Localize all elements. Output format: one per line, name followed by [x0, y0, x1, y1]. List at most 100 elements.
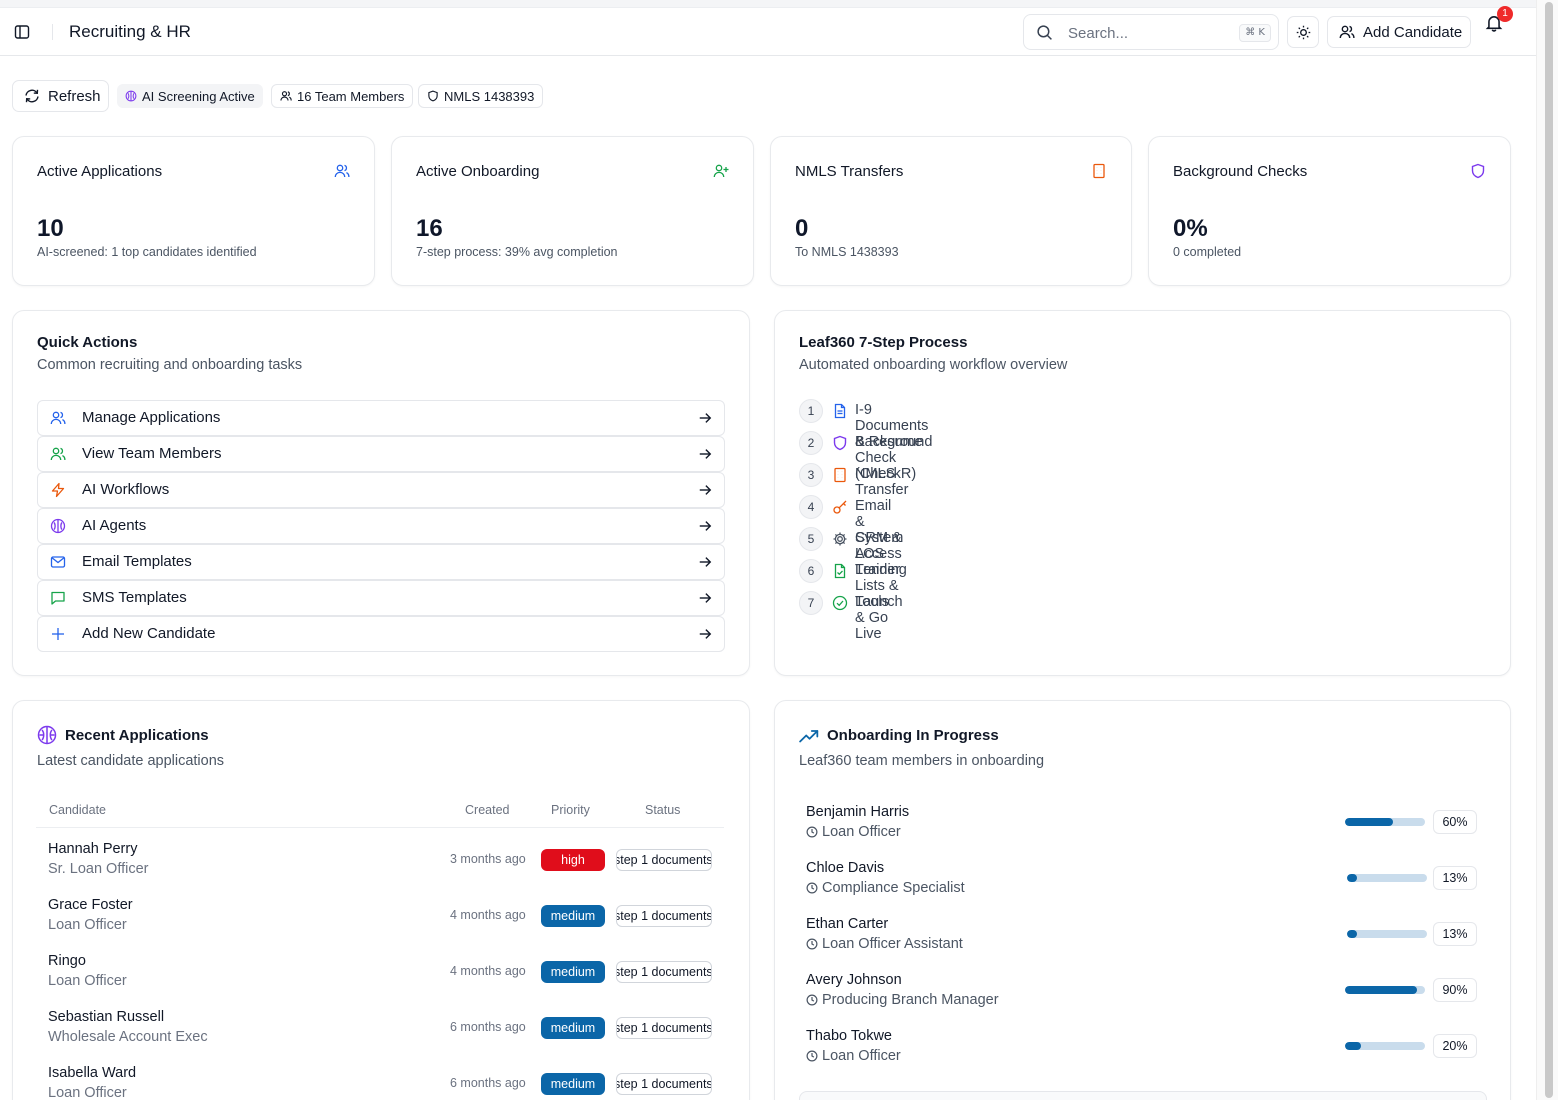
check-circle-icon: [832, 595, 848, 611]
quick-action-ai-agents[interactable]: AI Agents: [37, 508, 725, 544]
sidebar-toggle-icon[interactable]: [12, 22, 32, 42]
member-role: Loan Officer Assistant: [806, 936, 963, 952]
process-title: Leaf360 7-Step Process: [799, 334, 968, 351]
status-badge: step 1 documents: [616, 1073, 712, 1095]
building-icon: [834, 467, 846, 483]
sun-icon: [1296, 25, 1310, 39]
stat-card-background-checks[interactable]: Background Checks 0% 0 completed: [1148, 136, 1511, 286]
stat-value: 10: [37, 215, 64, 242]
candidate-name: Grace Foster: [48, 897, 133, 913]
table-row[interactable]: Grace Foster Loan Officer 4 months ago m…: [36, 884, 724, 940]
member-role-text: Compliance Specialist: [822, 880, 965, 896]
refresh-button[interactable]: Refresh: [12, 80, 109, 112]
quick-action-sms-templates[interactable]: SMS Templates: [37, 580, 725, 616]
users-icon: [280, 91, 292, 101]
table-row[interactable]: Sebastian Russell Wholesale Account Exec…: [36, 996, 724, 1052]
team-members-badge: 16 Team Members: [271, 84, 414, 108]
table-row[interactable]: Isabella Ward Loan Officer 6 months ago …: [36, 1052, 724, 1100]
candidate-name: Sebastian Russell: [48, 1009, 165, 1025]
stat-card-active-onboarding[interactable]: Active Onboarding 16 7-step process: 39%…: [391, 136, 754, 286]
quick-action-label: AI Workflows: [82, 481, 170, 498]
member-name: Ethan Carter: [806, 916, 889, 932]
progress-fill: [1345, 986, 1417, 994]
member-role-text: Loan Officer: [822, 824, 901, 840]
progress-percent: 13%: [1433, 866, 1477, 890]
step-number: 6: [799, 559, 823, 583]
created-date: 6 months ago: [450, 1076, 526, 1090]
quick-actions-title: Quick Actions: [37, 334, 138, 351]
quick-action-add-new-candidate[interactable]: Add New Candidate: [37, 616, 725, 652]
scrollbar-thumb[interactable]: [1545, 2, 1553, 1098]
document-icon: [834, 403, 846, 419]
mail-icon: [50, 556, 66, 568]
progress-percent: 90%: [1433, 978, 1477, 1002]
theme-toggle-button[interactable]: [1287, 16, 1319, 48]
onboarding-row[interactable]: Avery Johnson Producing Branch Manager 9…: [798, 972, 1486, 1020]
progress-bar: [1345, 986, 1425, 994]
priority-badge: medium: [541, 905, 605, 927]
arrow-right-icon: [699, 593, 712, 603]
stat-card-active-applications[interactable]: Active Applications 10 AI-screened: 1 to…: [12, 136, 375, 286]
progress-fill: [1347, 930, 1358, 938]
step-number: 7: [799, 591, 823, 615]
quick-action-email-templates[interactable]: Email Templates: [37, 544, 725, 580]
lightning-icon: [51, 482, 65, 498]
stat-subtext: AI-screened: 1 top candidates identified: [37, 245, 257, 259]
quick-action-view-team-members[interactable]: View Team Members: [37, 436, 725, 472]
step-number: 5: [799, 527, 823, 551]
step-number: 4: [799, 495, 823, 519]
clock-icon: [806, 938, 818, 950]
quick-action-manage-applications[interactable]: Manage Applications: [37, 400, 725, 436]
quick-action-label: Add New Candidate: [82, 625, 216, 642]
process-card: Leaf360 7-Step Process Automated onboard…: [774, 310, 1511, 676]
table-row[interactable]: Ringo Loan Officer 4 months ago medium s…: [36, 940, 724, 996]
quick-action-label: View Team Members: [82, 445, 222, 462]
progress-bar: [1347, 930, 1427, 938]
notification-badge: 1: [1497, 6, 1513, 22]
member-role: Loan Officer: [806, 1048, 901, 1064]
arrow-right-icon: [699, 449, 712, 459]
add-candidate-button[interactable]: Add Candidate: [1327, 16, 1471, 48]
message-icon: [51, 591, 65, 605]
step-number: 3: [799, 463, 823, 487]
recent-applications-description: Latest candidate applications: [37, 753, 225, 769]
candidate-role: Loan Officer: [48, 917, 127, 933]
progress-bar: [1345, 818, 1425, 826]
status-badge: step 1 documents: [616, 849, 712, 871]
stat-label: Background Checks: [1173, 163, 1308, 180]
quick-action-label: Email Templates: [82, 553, 192, 570]
onboarding-row[interactable]: Ethan Carter Loan Officer Assistant 13%: [798, 916, 1486, 964]
progress-fill: [1345, 818, 1393, 826]
arrow-right-icon: [699, 521, 712, 531]
member-role: Loan Officer: [806, 824, 901, 840]
clock-icon: [806, 1050, 818, 1062]
nmls-label: NMLS 1438393: [444, 88, 535, 104]
member-role-text: Producing Branch Manager: [822, 992, 999, 1008]
onboarding-row[interactable]: Thabo Tokwe Loan Officer 20%: [798, 1028, 1486, 1076]
quick-action-label: Manage Applications: [82, 409, 221, 426]
refresh-label: Refresh: [48, 87, 101, 105]
progress-percent: 20%: [1433, 1034, 1477, 1058]
onboarding-row[interactable]: Chloe Davis Compliance Specialist 13%: [798, 860, 1486, 908]
quick-action-ai-workflows[interactable]: AI Workflows: [37, 472, 725, 508]
search-box[interactable]: ⌘ K: [1023, 14, 1279, 50]
created-date: 6 months ago: [450, 1020, 526, 1034]
stat-subtext: 7-step process: 39% avg completion: [416, 245, 618, 259]
quick-action-label: SMS Templates: [82, 589, 187, 606]
ai-screening-badge: AI Screening Active: [117, 84, 263, 108]
priority-badge: medium: [541, 1017, 605, 1039]
candidate-name: Hannah Perry: [48, 841, 138, 857]
status-badge: step 1 documents: [616, 1017, 712, 1039]
clock-icon: [806, 826, 818, 838]
created-date: 4 months ago: [450, 908, 526, 922]
arrow-right-icon: [699, 413, 712, 423]
stat-card-nmls-transfers[interactable]: NMLS Transfers 0 To NMLS 1438393: [770, 136, 1132, 286]
shield-icon: [428, 90, 438, 102]
search-input[interactable]: [1068, 22, 1228, 44]
shield-icon: [1471, 163, 1485, 179]
step-label: Launch & Go Live: [855, 594, 903, 642]
table-row[interactable]: Hannah Perry Sr. Loan Officer 3 months a…: [36, 828, 724, 884]
member-role: Compliance Specialist: [806, 880, 965, 896]
member-name: Avery Johnson: [806, 972, 902, 988]
onboarding-row[interactable]: Benjamin Harris Loan Officer 60%: [798, 804, 1486, 852]
